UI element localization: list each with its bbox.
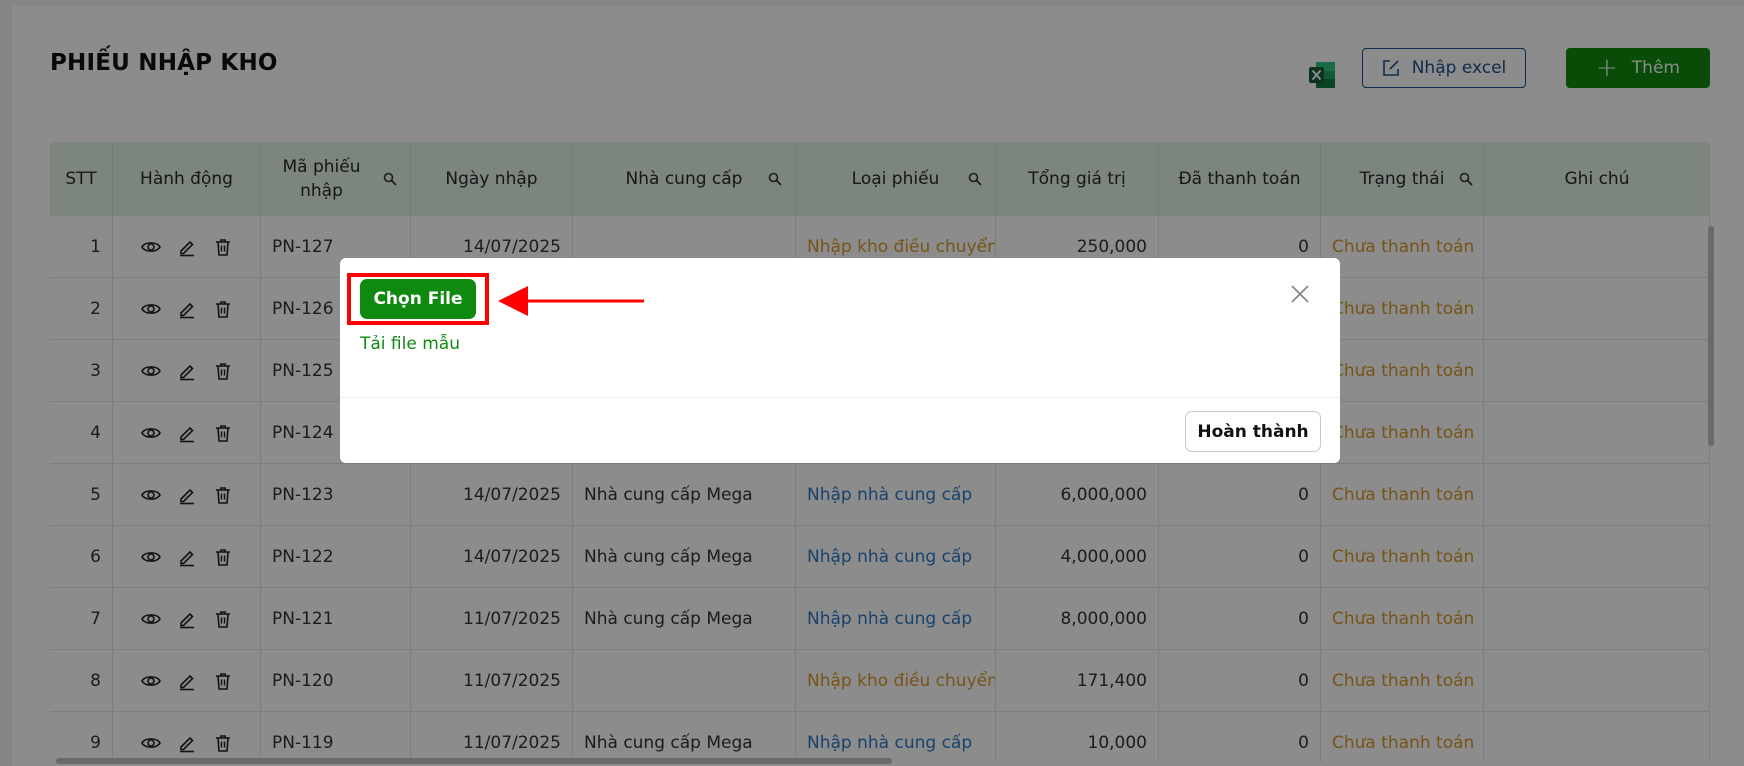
finish-button[interactable]: Hoàn thành — [1185, 411, 1321, 452]
download-template-link[interactable]: Tải file mẫu — [360, 334, 460, 354]
modal-divider — [340, 397, 1340, 398]
highlight-box — [347, 273, 489, 325]
red-arrow-icon — [498, 286, 644, 316]
close-icon[interactable] — [1290, 284, 1310, 304]
import-file-modal: Chọn File Tải file mẫu Hoàn thành — [340, 258, 1340, 463]
